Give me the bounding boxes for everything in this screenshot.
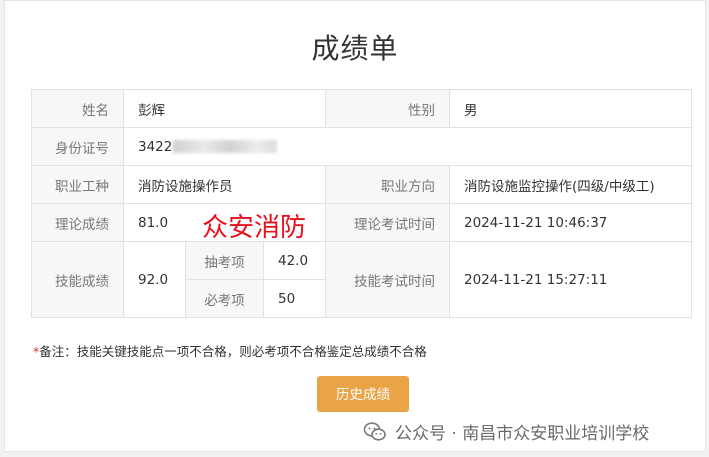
gender-value: 男 xyxy=(449,89,692,128)
transcript-card: 成绩单 姓名 彭辉 性别 男 身份证号 3422 职业工种 消防设施操作员 职业… xyxy=(4,0,706,452)
job-type-value: 消防设施操作员 xyxy=(123,165,326,204)
id-label: 身份证号 xyxy=(31,127,124,166)
skill-score-value: 92.0 xyxy=(123,241,186,318)
random-items-value: 42.0 xyxy=(263,241,326,280)
wechat-icon xyxy=(363,421,386,441)
row-skill-1: 技能成绩 92.0 抽考项 42.0 技能考试时间 2024-11-21 15:… xyxy=(31,241,692,318)
gender-label: 性别 xyxy=(325,89,450,128)
footer-watermark-text: 公众号 · 南昌市众安职业培训学校 xyxy=(395,424,650,444)
row-job: 职业工种 消防设施操作员 职业方向 消防设施监控操作(四级/中级工) xyxy=(31,165,692,204)
id-blurred-area xyxy=(173,140,278,153)
row-name: 姓名 彭辉 性别 男 xyxy=(31,89,692,128)
name-label: 姓名 xyxy=(31,89,124,128)
page-title: 成绩单 xyxy=(311,32,399,65)
skill-time-value: 2024-11-21 15:27:11 xyxy=(449,241,692,318)
score-table: 姓名 彭辉 性别 男 身份证号 3422 职业工种 消防设施操作员 职业方向 消… xyxy=(31,89,692,318)
remark-text: 备注：技能关键技能点一项不合格，则必考项不合格鉴定总成绩不合格 xyxy=(39,344,427,359)
row-theory: 理论成绩 81.0 理论考试时间 2024-11-21 10:46:37 xyxy=(31,203,692,242)
red-watermark-text: 众安消防 xyxy=(202,213,307,243)
remark-note: *备注：技能关键技能点一项不合格，则必考项不合格鉴定总成绩不合格 xyxy=(33,341,427,360)
row-id: 身份证号 3422 xyxy=(31,127,692,166)
random-items-label: 抽考项 xyxy=(185,241,264,280)
theory-time-label: 理论考试时间 xyxy=(325,203,450,242)
skill-time-label: 技能考试时间 xyxy=(325,241,450,318)
id-value: 3422 xyxy=(123,127,692,166)
skill-score-label: 技能成绩 xyxy=(31,241,124,318)
id-visible-digits: 3422 xyxy=(138,138,173,155)
job-direction-label: 职业方向 xyxy=(325,165,450,204)
footer-watermark: 公众号 · 南昌市众安职业培训学校 xyxy=(363,419,649,444)
job-type-label: 职业工种 xyxy=(31,165,124,204)
job-direction-value: 消防设施监控操作(四级/中级工) xyxy=(449,165,692,204)
history-scores-button[interactable]: 历史成绩 xyxy=(317,376,409,412)
required-items-value: 50 xyxy=(263,279,326,318)
theory-score-label: 理论成绩 xyxy=(31,203,124,242)
required-items-label: 必考项 xyxy=(185,279,264,318)
theory-time-value: 2024-11-21 10:46:37 xyxy=(449,203,692,242)
name-value: 彭辉 xyxy=(123,89,326,128)
